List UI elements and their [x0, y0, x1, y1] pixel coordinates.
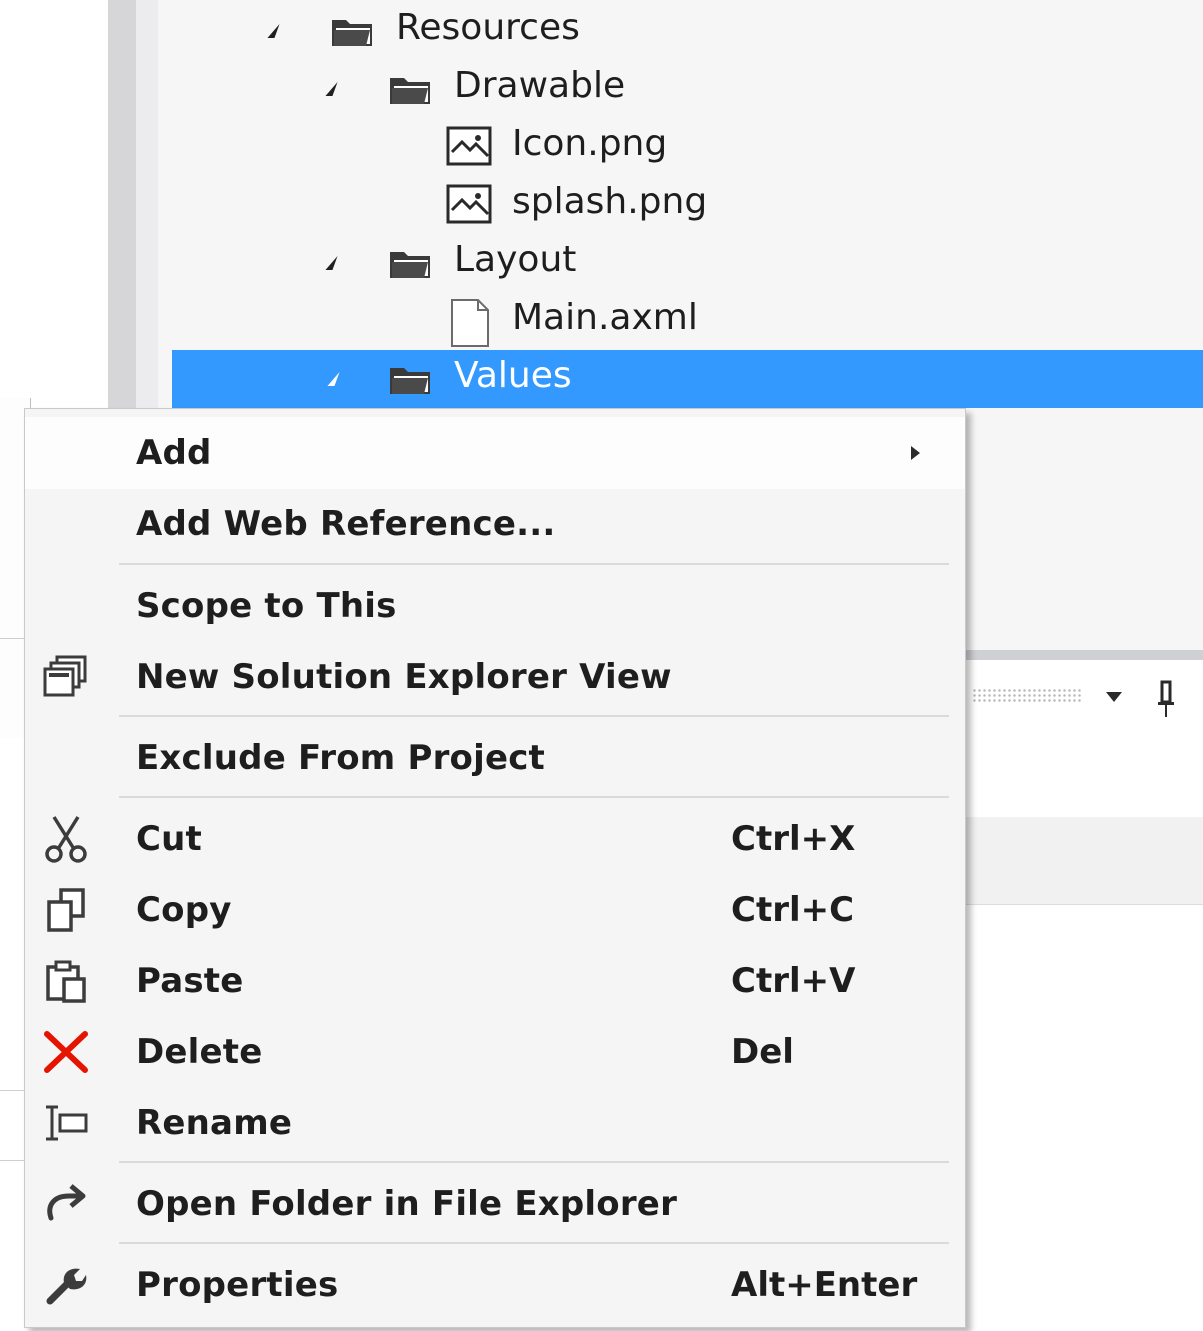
tree-item-values[interactable]: Values: [172, 350, 1203, 408]
tree-item-label: Layout: [454, 239, 577, 280]
menu-item-label: Paste: [136, 961, 244, 1001]
menu-item-label: Rename: [136, 1103, 293, 1143]
folder-icon: [390, 78, 430, 104]
image-file-icon: [446, 184, 492, 224]
menu-item-label: Open Folder in File Explorer: [136, 1184, 678, 1224]
menu-separator: [119, 796, 949, 798]
menu-item-shortcut: Del: [731, 1032, 794, 1072]
tree-item-label: Values: [454, 355, 572, 396]
left-pane-divider-lower: [0, 1090, 24, 1091]
properties-pane-divider: [960, 904, 1203, 905]
menu-item-add[interactable]: Add: [25, 417, 965, 489]
menu-separator: [119, 563, 949, 565]
tree-item-label: splash.png: [512, 181, 708, 222]
delete-x-icon: [41, 1027, 91, 1077]
menu-item-new-solution-explorer-view[interactable]: New Solution Explorer View: [25, 642, 965, 712]
folder-icon: [332, 20, 372, 46]
vertical-scrollbar[interactable]: [108, 0, 136, 420]
menu-item-label: Add Web Reference...: [136, 504, 556, 544]
scissors-icon: [41, 814, 91, 864]
menu-item-exclude-from-project[interactable]: Exclude From Project: [25, 723, 965, 793]
dropdown-arrow-icon[interactable]: [1106, 692, 1122, 702]
tree-item-label: Main.axml: [512, 297, 698, 338]
new-view-icon: [41, 652, 91, 702]
menu-item-label: Copy: [136, 890, 232, 930]
folder-icon: [390, 252, 430, 278]
menu-item-copy[interactable]: Copy Ctrl+C: [25, 875, 965, 945]
menu-item-label: New Solution Explorer View: [136, 657, 672, 697]
menu-item-label: Cut: [136, 819, 203, 859]
submenu-arrow-icon: [911, 446, 920, 460]
menu-separator: [119, 1242, 949, 1244]
tree-item-label: Resources: [396, 7, 580, 48]
pane-splitter[interactable]: [960, 650, 1203, 660]
menu-item-rename[interactable]: Rename: [25, 1088, 965, 1158]
file-icon: [451, 299, 489, 347]
expander-arrow-icon[interactable]: [327, 372, 340, 386]
copy-icon: [41, 885, 91, 935]
menu-item-label: Properties: [136, 1265, 339, 1305]
open-folder-arrow-icon: [41, 1179, 91, 1229]
menu-item-properties[interactable]: Properties Alt+Enter: [25, 1250, 965, 1320]
menu-item-cut[interactable]: Cut Ctrl+X: [25, 804, 965, 874]
menu-item-label: Scope to This: [136, 586, 397, 626]
grip-dots[interactable]: [972, 688, 1082, 702]
pin-icon[interactable]: [1156, 680, 1176, 720]
properties-pane-band: [960, 817, 1203, 905]
visual-studio-screen: Resources Drawable Icon.png splash.png L…: [0, 0, 1203, 1331]
context-menu: Add Add Web Reference... Scope to This N…: [24, 408, 966, 1328]
menu-item-delete[interactable]: Delete Del: [25, 1017, 965, 1087]
tree-item-label: Drawable: [454, 65, 626, 106]
menu-item-add-web-reference[interactable]: Add Web Reference...: [25, 489, 965, 559]
left-pane-divider-lower: [0, 1160, 24, 1161]
menu-item-paste[interactable]: Paste Ctrl+V: [25, 946, 965, 1016]
folder-icon: [390, 368, 430, 394]
rename-icon: [41, 1098, 91, 1148]
wrench-icon: [41, 1260, 91, 1310]
tree-item-label: Icon.png: [512, 123, 668, 164]
menu-item-shortcut: Alt+Enter: [731, 1265, 918, 1305]
menu-item-label: Add: [136, 433, 212, 473]
menu-item-label: Exclude From Project: [136, 738, 546, 778]
paste-icon: [41, 956, 91, 1006]
scrollbar-track: [136, 0, 158, 420]
menu-separator: [119, 715, 949, 717]
menu-item-label: Delete: [136, 1032, 263, 1072]
image-file-icon: [446, 126, 492, 166]
menu-separator: [119, 1161, 949, 1163]
menu-item-shortcut: Ctrl+X: [731, 819, 856, 859]
menu-item-shortcut: Ctrl+C: [731, 890, 855, 930]
menu-item-shortcut: Ctrl+V: [731, 961, 856, 1001]
menu-item-scope-to-this[interactable]: Scope to This: [25, 571, 965, 641]
properties-pane-body: [960, 732, 1203, 817]
menu-item-open-folder-in-file-explorer[interactable]: Open Folder in File Explorer: [25, 1169, 965, 1239]
